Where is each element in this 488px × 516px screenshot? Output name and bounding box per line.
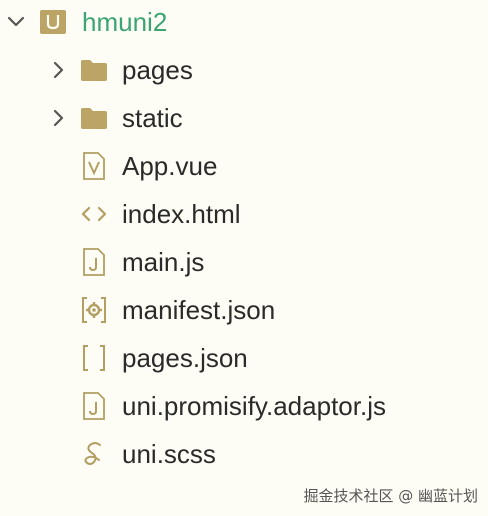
js-file-icon	[83, 392, 105, 420]
tree-item-pages-json[interactable]: pages.json	[0, 336, 488, 380]
tree-item-label: main.js	[122, 247, 205, 277]
js-file-icon	[83, 248, 105, 276]
tree-item-index-html[interactable]: index.html	[0, 192, 488, 236]
project-name: hmuni2	[82, 7, 168, 37]
json-file-icon	[83, 345, 105, 371]
tree-root-hmuni2[interactable]: hmuni2	[0, 0, 488, 44]
tree-item-uni-scss[interactable]: uni.scss	[0, 432, 488, 476]
chevron-down-icon[interactable]	[6, 12, 26, 32]
vue-file-icon	[83, 152, 105, 180]
html-file-icon	[81, 206, 107, 222]
tree-item-label: pages	[122, 55, 193, 85]
tree-item-uni-promisify-adaptor-js[interactable]: uni.promisify.adaptor.js	[0, 384, 488, 428]
tree-item-label: uni.promisify.adaptor.js	[122, 391, 386, 421]
tree-item-label: index.html	[122, 199, 241, 229]
chevron-right-icon[interactable]	[48, 60, 68, 80]
folder-icon	[81, 108, 107, 129]
tree-item-static[interactable]: static	[0, 96, 488, 140]
tree-item-label: pages.json	[122, 343, 248, 373]
project-folder-icon	[40, 10, 66, 34]
tree-item-label: static	[122, 103, 183, 133]
watermark: 掘金技术社区 @ 幽蓝计划	[303, 487, 478, 505]
tree-item-label: uni.scss	[122, 439, 216, 469]
explorer-panel: { "colors": { "background": "#fefdf5", "…	[0, 0, 488, 516]
tree-item-manifest-json[interactable]: manifest.json	[0, 288, 488, 332]
tree-item-label: App.vue	[122, 151, 218, 181]
settings-file-icon	[82, 297, 106, 323]
tree-item-app-vue[interactable]: App.vue	[0, 144, 488, 188]
tree-item-pages[interactable]: pages	[0, 48, 488, 92]
chevron-right-icon[interactable]	[48, 108, 68, 128]
tree-item-main-js[interactable]: main.js	[0, 240, 488, 284]
tree-item-label: manifest.json	[122, 295, 276, 325]
sass-file-icon	[84, 442, 101, 465]
folder-icon	[81, 60, 107, 81]
